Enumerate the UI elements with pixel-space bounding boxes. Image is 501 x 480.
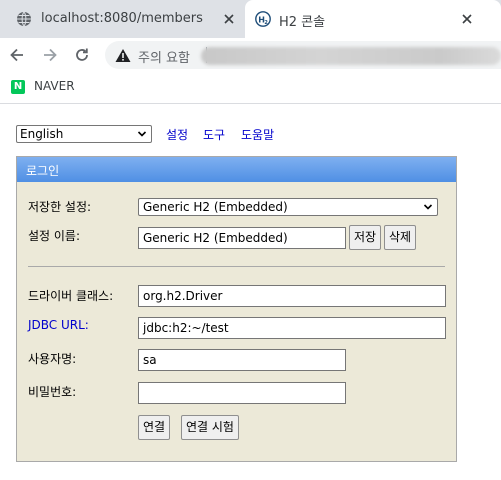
browser-toolbar: 주의 요함 (0, 38, 501, 72)
bookmarks-bar: N NAVER (0, 72, 501, 104)
warning-triangle-icon[interactable] (115, 48, 131, 63)
jdbc-url-input[interactable]: jdbc:h2:~/test (138, 317, 446, 339)
address-bar[interactable]: 주의 요함 (105, 41, 501, 69)
bookmark-naver[interactable]: NAVER (34, 79, 75, 93)
tools-link[interactable]: 도구 (203, 126, 225, 143)
help-link[interactable]: 도움말 (241, 126, 274, 143)
username-input[interactable]: sa (138, 349, 346, 371)
setting-name-input[interactable]: Generic H2 (Embedded) (138, 227, 346, 249)
page-content: English 설정 도구 도움말 로그인 저장한 설정: Generic H2… (0, 105, 501, 480)
settings-link[interactable]: 설정 (166, 126, 188, 143)
test-connection-button[interactable]: 연결 시험 (181, 415, 239, 440)
browser-tabstrip: localhost:8080/members H 2 H2 콘솔 (0, 0, 501, 38)
connect-button[interactable]: 연결 (138, 415, 170, 440)
driver-class-label: 드라이버 클래스: (28, 289, 114, 303)
naver-icon[interactable]: N (11, 80, 25, 94)
globe-icon (17, 11, 31, 27)
setting-name-label: 설정 이름: (28, 229, 81, 243)
username-label: 사용자명: (28, 352, 77, 366)
reload-icon[interactable] (73, 46, 91, 64)
save-button[interactable]: 저장 (349, 225, 381, 250)
password-label: 비밀번호: (28, 385, 77, 399)
jdbc-url-label: JDBC URL: (28, 318, 89, 332)
close-icon[interactable] (222, 12, 236, 26)
saved-settings-select[interactable]: Generic H2 (Embedded) (138, 198, 438, 216)
driver-class-input[interactable]: org.h2.Driver (138, 285, 446, 307)
security-warning-label[interactable]: 주의 요함 (138, 47, 190, 66)
form-divider (28, 266, 445, 267)
chevron-down-icon (423, 204, 433, 210)
forward-arrow-icon[interactable] (41, 46, 59, 64)
login-panel: 로그인 저장한 설정: Generic H2 (Embedded) 설정 이름:… (16, 156, 457, 462)
svg-text:2: 2 (264, 20, 268, 26)
tab-members[interactable]: localhost:8080/members (0, 0, 245, 38)
chevron-down-icon (137, 131, 147, 137)
back-arrow-icon[interactable] (8, 46, 26, 64)
tab-h2-console[interactable]: H 2 H2 콘솔 (245, 0, 501, 38)
language-select[interactable]: English (16, 125, 152, 143)
tab-title: localhost:8080/members (41, 11, 203, 26)
delete-button[interactable]: 삭제 (384, 225, 416, 250)
language-select-value: English (20, 127, 64, 141)
url-text-redacted[interactable] (201, 47, 501, 65)
saved-settings-value: Generic H2 (Embedded) (143, 200, 288, 214)
login-header: 로그인 (17, 157, 456, 182)
tab-title: H2 콘솔 (279, 15, 326, 30)
saved-settings-label: 저장한 설정: (28, 200, 92, 214)
h2-logo-icon: H 2 (255, 11, 271, 27)
close-icon[interactable] (460, 12, 474, 26)
password-input[interactable] (138, 382, 346, 404)
